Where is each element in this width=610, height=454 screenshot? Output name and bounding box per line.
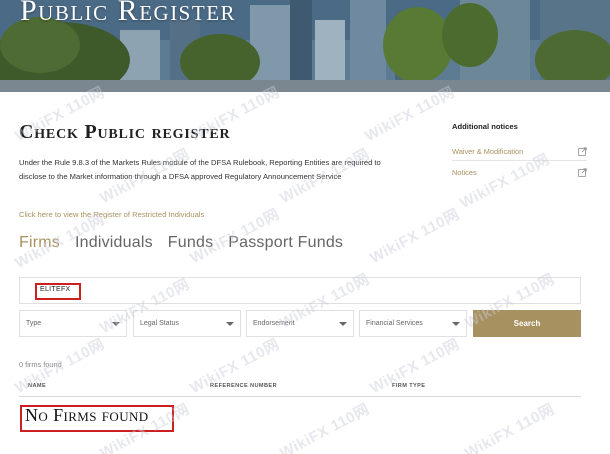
- tab-individuals[interactable]: Individuals: [75, 234, 153, 252]
- column-header-reference-number: REFERENCE NUMBER: [210, 383, 278, 389]
- column-header-firm-type: FIRM TYPE: [392, 383, 426, 389]
- hero-banner: Public Register: [0, 0, 610, 92]
- watermark: WikiFX 110网: [277, 400, 373, 454]
- external-link-icon: [578, 167, 587, 177]
- chevron-down-icon: [339, 322, 347, 326]
- additional-notices: Additional notices Waiver & Modification…: [452, 122, 587, 181]
- tab-funds[interactable]: Funds: [168, 234, 213, 252]
- external-link-icon: [578, 147, 587, 156]
- chevron-down-icon: [452, 322, 460, 326]
- legal-status-select-label: Legal Status: [140, 320, 179, 327]
- endorsement-select[interactable]: Endorsement: [246, 310, 354, 337]
- intro-text: Under the Rule 9.8.3 of the Markets Rule…: [19, 158, 381, 181]
- restricted-individuals-link[interactable]: Click here to view the Register of Restr…: [19, 210, 204, 219]
- tab-firms[interactable]: Firms: [19, 234, 60, 252]
- hero-title: Public Register: [20, 0, 237, 27]
- search-button[interactable]: Search: [473, 310, 581, 337]
- financial-services-select-label: Financial Services: [366, 320, 423, 327]
- legal-status-select[interactable]: Legal Status: [133, 310, 241, 337]
- notice-label: Notices: [452, 167, 477, 177]
- highlight-box-search: [35, 283, 81, 300]
- watermark: WikiFX 110网: [367, 205, 463, 268]
- notices-title: Additional notices: [452, 122, 518, 131]
- endorsement-select-label: Endorsement: [253, 320, 295, 327]
- type-select[interactable]: Type: [19, 310, 127, 337]
- notice-link-notices[interactable]: Notices: [452, 163, 587, 181]
- results-count: 0 firms found: [19, 360, 62, 369]
- notice-label: Waiver & Modification: [452, 147, 524, 156]
- chevron-down-icon: [226, 322, 234, 326]
- tab-passport-funds[interactable]: Passport Funds: [228, 234, 343, 252]
- table-divider: [19, 396, 581, 397]
- watermark: WikiFX 110网: [462, 400, 558, 454]
- page-title: Check Public register: [19, 121, 231, 143]
- search-input[interactable]: ELITEFX: [19, 277, 581, 304]
- notice-link-waiver[interactable]: Waiver & Modification: [452, 143, 587, 161]
- highlight-box-results: [20, 405, 174, 432]
- type-select-label: Type: [26, 320, 42, 327]
- chevron-down-icon: [112, 322, 120, 326]
- register-tabs: Firms Individuals Funds Passport Funds: [19, 234, 343, 252]
- column-header-name: NAME: [28, 383, 47, 389]
- financial-services-select[interactable]: Financial Services: [359, 310, 467, 337]
